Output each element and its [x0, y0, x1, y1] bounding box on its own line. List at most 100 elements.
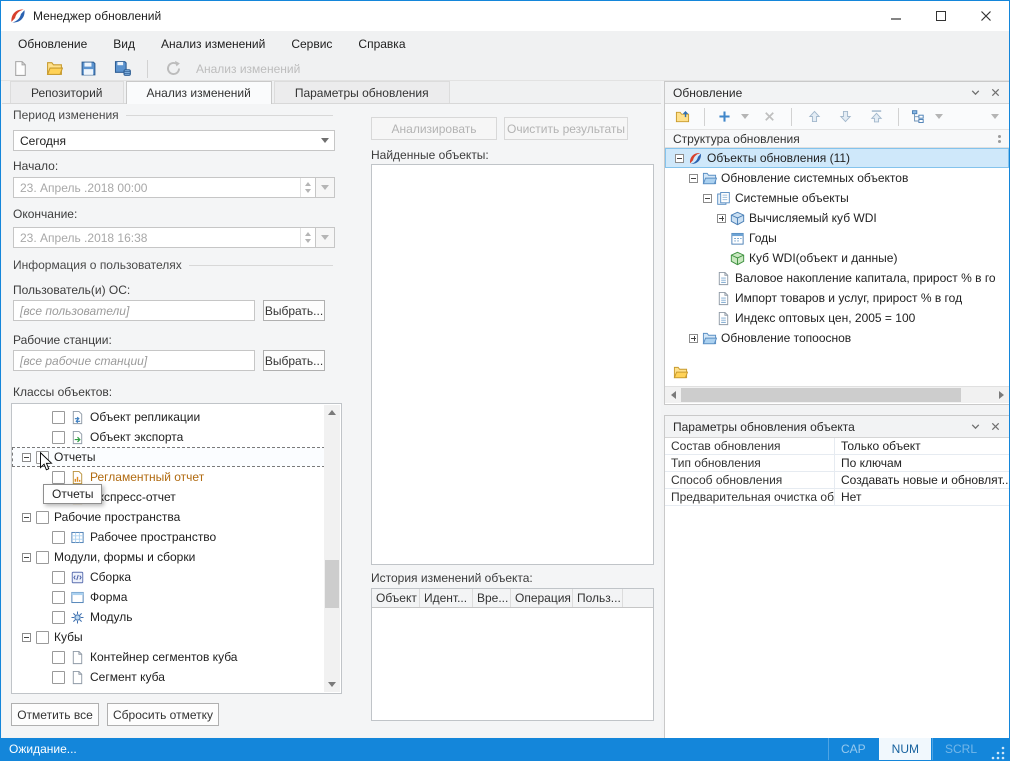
save-button[interactable] [77, 59, 99, 79]
param-value[interactable]: По ключам [835, 455, 1009, 471]
vertical-scrollbar[interactable] [324, 405, 340, 692]
tree-item-workspace[interactable]: Рабочее пространство [12, 527, 325, 547]
panel-chevron-down-icon[interactable] [967, 85, 983, 101]
collapse-icon[interactable] [689, 174, 698, 183]
select-users-button[interactable]: Выбрать... [263, 300, 325, 321]
tree-view-button[interactable] [910, 107, 926, 127]
checkbox[interactable] [36, 631, 49, 644]
scroll-track[interactable] [324, 420, 340, 677]
checkbox[interactable] [52, 591, 65, 604]
param-value[interactable]: Создавать новые и обновлят... [835, 472, 1009, 488]
param-value[interactable]: Только объект [835, 438, 1009, 454]
tree-item-cubes[interactable]: Кубы [12, 627, 325, 647]
tree-item-topo-update[interactable]: Обновление топооснов [665, 328, 1009, 348]
checkbox[interactable] [52, 571, 65, 584]
column-header-operation[interactable]: Операция [511, 589, 573, 607]
reset-selection-button[interactable]: Сбросить отметку [107, 703, 219, 726]
close-button[interactable] [964, 1, 1009, 31]
checkbox[interactable] [52, 531, 65, 544]
tree-item-years[interactable]: Годы [665, 228, 1009, 248]
select-all-button[interactable]: Отметить все [11, 703, 99, 726]
analyze-button[interactable]: Анализировать [371, 117, 497, 140]
history-table[interactable]: Объект Идент... Вре... Операция Польз... [371, 588, 654, 721]
minimize-button[interactable] [874, 1, 919, 31]
scroll-right-icon[interactable] [993, 387, 1009, 403]
collapse-icon[interactable] [22, 453, 31, 462]
tree-item-reports[interactable]: Отчеты [12, 447, 325, 467]
horizontal-scrollbar[interactable] [665, 386, 1009, 403]
move-top-button[interactable] [865, 107, 887, 127]
column-menu-icon[interactable] [998, 135, 1001, 143]
tree-item-form[interactable]: Форма [12, 587, 325, 607]
column-header-object[interactable]: Объект [372, 589, 420, 607]
structure-header[interactable]: Структура обновления [665, 130, 1009, 148]
params-panel-header[interactable]: Параметры обновления объекта [665, 416, 1009, 438]
panel-close-icon[interactable] [987, 85, 1003, 101]
tree-item-system-objects[interactable]: Системные объекты [665, 188, 1009, 208]
checkbox[interactable] [52, 651, 65, 664]
tab-change-analysis[interactable]: Анализ изменений [126, 81, 272, 104]
panel-chevron-down-icon[interactable] [967, 419, 983, 435]
tree-item-gross-capital[interactable]: Валовое накопление капитала, прирост % в… [665, 268, 1009, 288]
select-workstations-button[interactable]: Выбрать... [263, 350, 325, 371]
param-row[interactable]: Предварительная очистка об... Нет [665, 489, 1009, 506]
checkbox[interactable] [52, 611, 65, 624]
tree-item-import-goods[interactable]: Импорт товаров и услуг, прирост % в год [665, 288, 1009, 308]
chevron-down-icon[interactable] [315, 131, 334, 150]
checkbox[interactable] [36, 551, 49, 564]
checkbox[interactable] [52, 471, 65, 484]
param-row[interactable]: Состав обновления Только объект [665, 438, 1009, 455]
column-header-time[interactable]: Вре... [473, 589, 511, 607]
analyze-changes-button[interactable] [162, 59, 184, 79]
move-up-button[interactable] [803, 107, 825, 127]
menu-change-analysis[interactable]: Анализ изменений [148, 31, 278, 57]
tree-item-cube-segments-container[interactable]: Контейнер сегментов куба [12, 647, 325, 667]
save-all-button[interactable] [111, 59, 133, 79]
tree-view-dropdown-icon[interactable] [935, 114, 943, 119]
tree-item-module[interactable]: Модуль [12, 607, 325, 627]
period-combobox[interactable]: Сегодня [13, 130, 335, 151]
add-object-button[interactable] [716, 107, 732, 127]
os-users-input[interactable]: [все пользователи] [13, 300, 255, 321]
spinner-up-down[interactable] [300, 178, 315, 197]
scroll-track[interactable] [681, 387, 993, 403]
tree-item-replication-object[interactable]: Объект репликации [12, 407, 325, 427]
expand-icon[interactable] [717, 214, 726, 223]
tree-item-system-objects-update[interactable]: Обновление системных объектов [665, 168, 1009, 188]
tree-item-update-objects[interactable]: Объекты обновления (11) [665, 148, 1009, 168]
tree-item-modules-forms[interactable]: Модули, формы и сборки [12, 547, 325, 567]
found-objects-list[interactable] [371, 164, 654, 565]
chevron-down-icon[interactable] [315, 228, 334, 247]
column-header-user[interactable]: Польз... [573, 589, 623, 607]
checkbox[interactable] [36, 511, 49, 524]
column-header-id[interactable]: Идент... [420, 589, 473, 607]
tab-repository[interactable]: Репозиторий [10, 81, 124, 103]
collapse-icon[interactable] [675, 154, 684, 163]
open-button[interactable] [43, 59, 65, 79]
param-value[interactable]: Нет [835, 489, 1009, 505]
class-tree[interactable]: Объект репликации Объект экспорта Отчеты… [11, 403, 342, 694]
menu-help[interactable]: Справка [345, 31, 418, 57]
workstations-input[interactable]: [все рабочие станции] [13, 350, 255, 371]
new-document-button[interactable] [9, 59, 31, 79]
update-panel-header[interactable]: Обновление [665, 82, 1009, 104]
tree-item-cube-wdi[interactable]: Куб WDI(объект и данные) [665, 248, 1009, 268]
toolbar-overflow-icon[interactable] [991, 114, 999, 119]
chevron-down-icon[interactable] [315, 178, 334, 197]
scroll-up-icon[interactable] [324, 405, 340, 420]
scroll-down-icon[interactable] [324, 677, 340, 692]
delete-object-button[interactable] [758, 107, 780, 127]
collapse-icon[interactable] [703, 194, 712, 203]
scroll-thumb[interactable] [325, 560, 339, 608]
clear-results-button[interactable]: Очистить результаты [504, 117, 628, 140]
start-date-field[interactable]: 23. Апрель .2018 00:00 [13, 177, 335, 198]
maximize-button[interactable] [919, 1, 964, 31]
checkbox[interactable] [52, 431, 65, 444]
expand-icon[interactable] [689, 334, 698, 343]
checkbox[interactable] [52, 671, 65, 684]
collapse-icon[interactable] [22, 513, 31, 522]
param-row[interactable]: Тип обновления По ключам [665, 455, 1009, 472]
tree-item-assembly[interactable]: Сборка [12, 567, 325, 587]
collapse-icon[interactable] [22, 633, 31, 642]
open-update-button[interactable] [671, 107, 693, 127]
